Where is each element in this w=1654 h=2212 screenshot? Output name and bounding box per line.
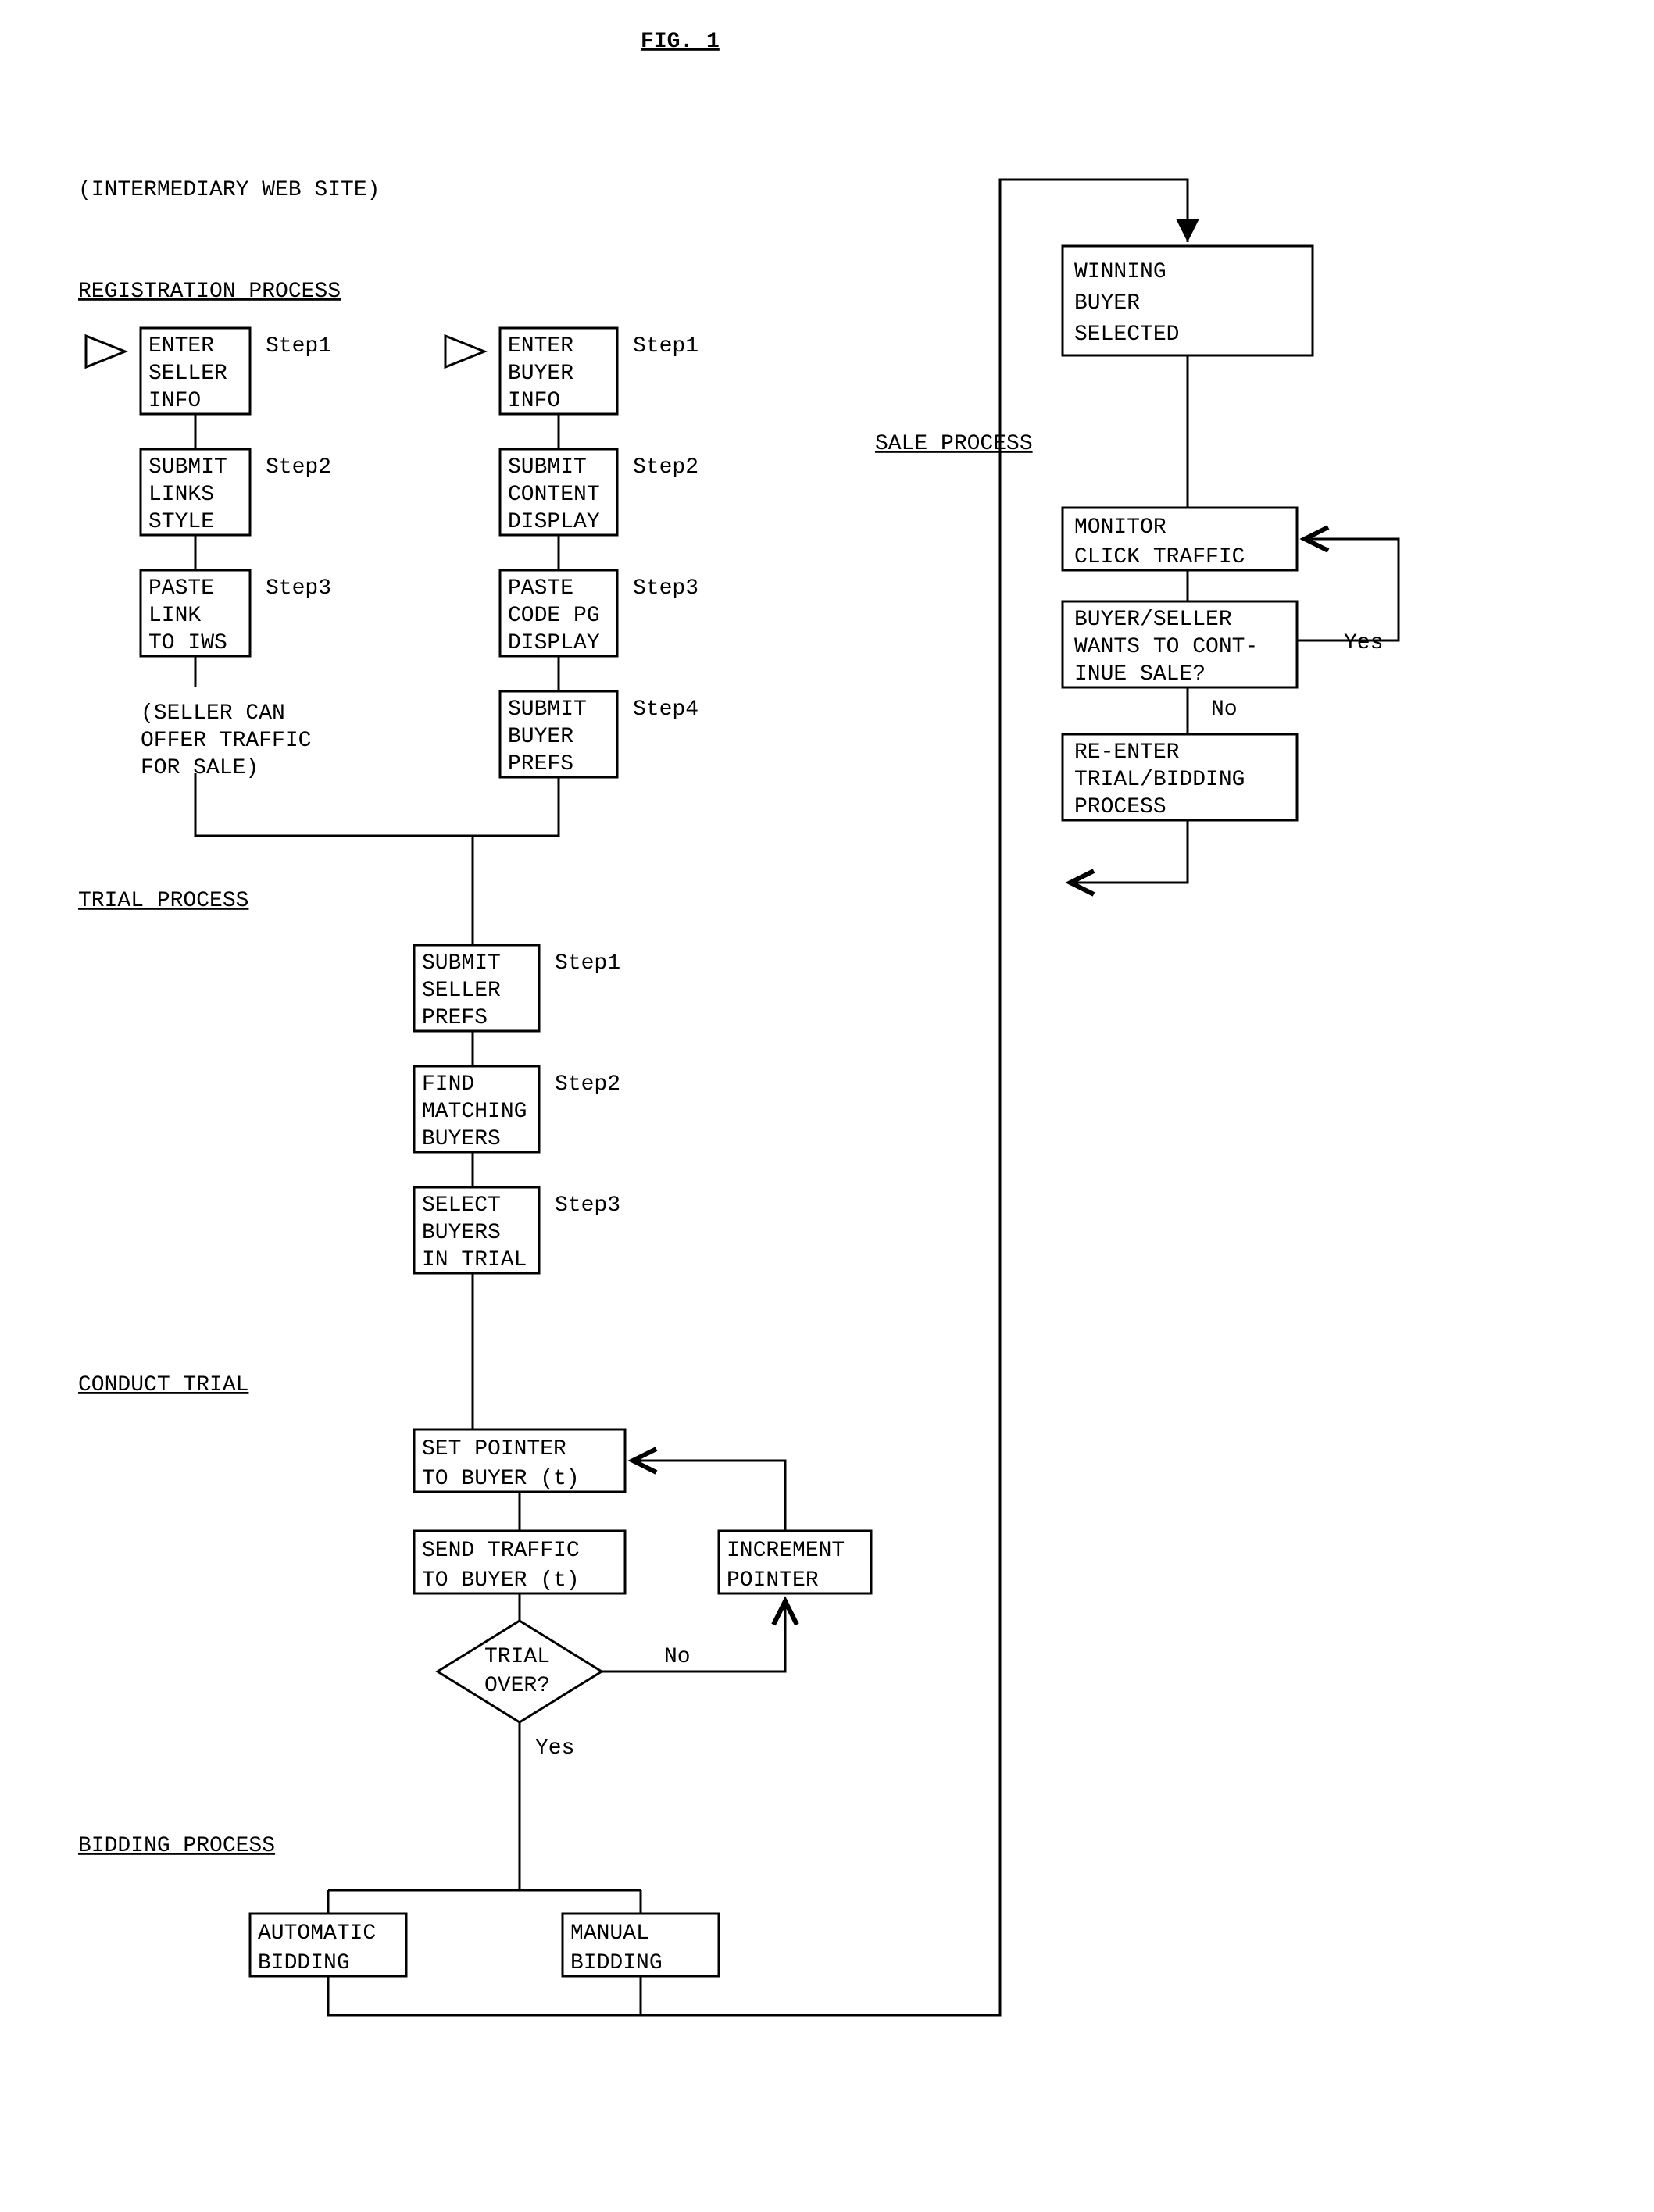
seller-b1-l3: INFO	[148, 389, 201, 413]
trial-b3-l1: SELECT	[422, 1193, 501, 1218]
trial-b2-l1: FIND	[422, 1072, 474, 1097]
set-l1: SET POINTER	[422, 1437, 566, 1461]
trial-b1-l2: SELLER	[422, 979, 501, 1003]
buyer-b1-l2: BUYER	[508, 362, 573, 386]
man-l2: BIDDING	[570, 1951, 663, 1975]
header-registration: REGISTRATION PROCESS	[78, 280, 341, 304]
man-l1: MANUAL	[570, 1921, 649, 1946]
decision-trial-over	[438, 1621, 602, 1722]
trial-s2-label: Step2	[555, 1072, 620, 1097]
trial-s1-label: Step1	[555, 951, 620, 976]
re-l3: PROCESS	[1074, 795, 1166, 819]
site-label: (INTERMEDIARY WEB SITE)	[78, 178, 380, 202]
buyer-s1-label: Step1	[633, 334, 698, 359]
entry-marker-buyer	[445, 336, 484, 367]
win-l3: SELECTED	[1074, 323, 1179, 347]
buyer-s4-label: Step4	[633, 697, 698, 722]
cont-yes: Yes	[1344, 631, 1383, 655]
header-conduct: CONDUCT TRIAL	[78, 1373, 248, 1397]
cont-l2: WANTS TO CONT-	[1074, 635, 1258, 659]
trial-s3-label: Step3	[555, 1193, 620, 1218]
dec-l1: TRIAL	[484, 1645, 550, 1669]
dec-yes: Yes	[535, 1736, 574, 1761]
buyer-b4-l1: SUBMIT	[508, 697, 587, 722]
seller-note-l3: FOR SALE)	[141, 756, 259, 780]
cont-no: No	[1211, 697, 1238, 722]
trial-b3-l2: BUYERS	[422, 1221, 501, 1245]
buyer-b1-l3: INFO	[508, 389, 560, 413]
seller-s3-label: Step3	[266, 576, 331, 601]
seller-note-l1: (SELLER CAN	[141, 701, 285, 726]
entry-marker-seller	[86, 336, 125, 367]
re-l1: RE-ENTER	[1074, 740, 1180, 765]
header-sale: SALE PROCESS	[875, 432, 1033, 456]
cont-l1: BUYER/SELLER	[1074, 608, 1232, 632]
seller-s2-label: Step2	[266, 455, 331, 480]
figure-title: FIG. 1	[641, 30, 720, 54]
trial-b2-l3: BUYERS	[422, 1127, 501, 1151]
seller-note-l2: OFFER TRAFFIC	[141, 729, 311, 753]
seller-b3-l3: TO IWS	[148, 631, 227, 655]
trial-b2-l2: MATCHING	[422, 1100, 527, 1124]
auto-l1: AUTOMATIC	[258, 1921, 376, 1946]
seller-b1-l2: SELLER	[148, 362, 227, 386]
seller-b2-l1: SUBMIT	[148, 455, 227, 480]
mon-l1: MONITOR	[1074, 516, 1166, 540]
dec-no: No	[664, 1645, 691, 1669]
buyer-b3-l2: CODE PG	[508, 604, 600, 628]
seller-b2-l3: STYLE	[148, 510, 214, 534]
buyer-b2-l2: CONTENT	[508, 483, 600, 507]
buyer-b3-l1: PASTE	[508, 576, 573, 601]
win-l1: WINNING	[1074, 260, 1166, 284]
inc-l1: INCREMENT	[727, 1539, 845, 1563]
buyer-b4-l3: PREFS	[508, 752, 573, 776]
seller-b2-l2: LINKS	[148, 483, 214, 507]
buyer-b2-l1: SUBMIT	[508, 455, 587, 480]
seller-b3-l1: PASTE	[148, 576, 214, 601]
set-l2: TO BUYER (t)	[422, 1467, 580, 1491]
trial-b3-l3: IN TRIAL	[422, 1248, 527, 1272]
buyer-b4-l2: BUYER	[508, 725, 573, 749]
buyer-s3-label: Step3	[633, 576, 698, 601]
re-l2: TRIAL/BIDDING	[1074, 768, 1245, 792]
trial-b1-l1: SUBMIT	[422, 951, 501, 976]
send-l2: TO BUYER (t)	[422, 1568, 580, 1593]
seller-s1-label: Step1	[266, 334, 331, 359]
cont-l3: INUE SALE?	[1074, 662, 1206, 687]
buyer-b3-l3: DISPLAY	[508, 631, 600, 655]
buyer-b2-l3: DISPLAY	[508, 510, 600, 534]
dec-l2: OVER?	[484, 1674, 550, 1698]
trial-b1-l3: PREFS	[422, 1006, 488, 1030]
send-l1: SEND TRAFFIC	[422, 1539, 580, 1563]
seller-b3-l2: LINK	[148, 604, 201, 628]
buyer-s2-label: Step2	[633, 455, 698, 480]
header-bidding: BIDDING PROCESS	[78, 1834, 275, 1858]
header-trial: TRIAL PROCESS	[78, 889, 248, 913]
win-l2: BUYER	[1074, 291, 1140, 316]
auto-l2: BIDDING	[258, 1951, 350, 1975]
buyer-b1-l1: ENTER	[508, 334, 573, 359]
mon-l2: CLICK TRAFFIC	[1074, 545, 1245, 569]
inc-l2: POINTER	[727, 1568, 819, 1593]
seller-b1-l1: ENTER	[148, 334, 214, 359]
